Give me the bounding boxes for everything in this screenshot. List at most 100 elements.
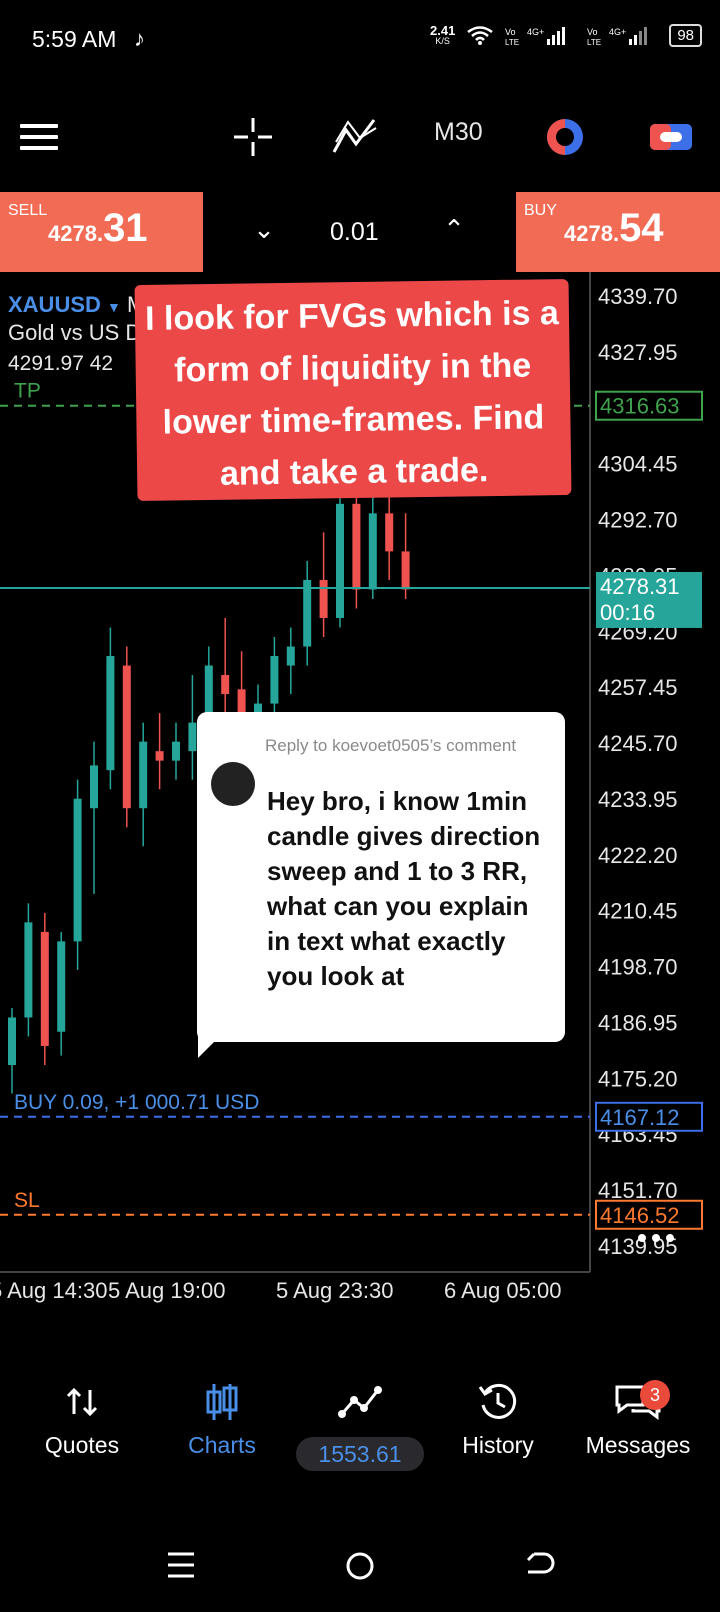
candle-body: [172, 741, 180, 761]
recent-apps-icon[interactable]: [166, 1550, 196, 1580]
video-caption: I look for FVGs which is a form of liqui…: [134, 278, 572, 502]
y-tick-label: 4327.95: [598, 340, 678, 365]
symbol-description: Gold vs US D: [8, 320, 142, 345]
caption-text: I look for FVGs which is a form of liqui…: [144, 294, 560, 493]
home-icon[interactable]: [344, 1550, 376, 1582]
candle-body: [368, 513, 377, 590]
lot-value[interactable]: 0.01: [330, 218, 379, 247]
candle-body: [139, 741, 148, 809]
candle-body: [24, 922, 33, 1018]
reply-header: Reply to koevoet0505’s comment: [265, 736, 517, 755]
candle-body: [286, 646, 295, 666]
candle-body: [401, 551, 410, 590]
timeframe-selector[interactable]: M30: [434, 118, 483, 147]
quotes-icon: [66, 1387, 98, 1417]
nav-quotes[interactable]: Quotes: [12, 1380, 152, 1459]
y-tick-label: 4257.45: [598, 675, 678, 700]
one-click-trading-icon[interactable]: [540, 112, 590, 162]
history-icon: [478, 1383, 517, 1419]
position-label: BUY 0.09, +1 000.71 USD: [14, 1091, 259, 1114]
symbol-ohlc: 4291.97 42: [8, 352, 114, 375]
sell-button[interactable]: SELL 4278.31: [0, 192, 203, 272]
candle-body: [336, 503, 344, 618]
tp-label: TP: [14, 380, 41, 403]
y-tick-label: 4198.70: [598, 955, 678, 980]
candle-body: [188, 722, 197, 752]
svg-text:Vo: Vo: [587, 27, 598, 37]
menu-icon[interactable]: [20, 124, 58, 150]
y-tick-label: 4304.45: [598, 452, 678, 477]
candle-body: [90, 765, 98, 809]
sl-price-text: 4146.52: [600, 1203, 680, 1228]
nav-messages[interactable]: Messages: [568, 1380, 708, 1459]
nav-charts[interactable]: Charts: [152, 1380, 292, 1459]
candle-body: [106, 656, 115, 771]
lot-decrease-button[interactable]: ⌄: [244, 214, 284, 245]
candle-body: [73, 798, 82, 942]
y-tick-label: 4245.70: [598, 731, 678, 756]
buy-button[interactable]: BUY 4278.54: [516, 192, 720, 272]
signal-icon: VoLTE 4G+: [505, 26, 566, 47]
more-dot: [666, 1234, 674, 1242]
candle-body: [40, 931, 49, 1047]
candle-body: [57, 941, 66, 1032]
candle-body: [319, 579, 328, 618]
status-icons: 2.41 K/S Vo LTE 4G+ Vo LTE 4G+ 98: [430, 24, 702, 47]
entry-price-text: 4167.12: [600, 1105, 680, 1130]
candle-body: [122, 665, 131, 809]
tp-price-text: 4316.63: [600, 394, 680, 419]
y-tick-label: 4233.95: [598, 787, 678, 812]
y-tick-label: 4210.45: [598, 899, 678, 924]
svg-text:LTE: LTE: [587, 38, 601, 47]
charts-icon: [206, 1384, 238, 1420]
symbol-name[interactable]: XAUUSD ▼ M: [8, 292, 145, 318]
x-tick-label: 5 Aug 23:30: [276, 1278, 393, 1303]
y-tick-label: 4339.70: [598, 284, 678, 309]
x-tick-label: 5 Aug 19:00: [108, 1278, 225, 1303]
account-switch-icon[interactable]: [646, 112, 696, 162]
tiktok-icon: ♪: [134, 26, 145, 51]
avatar: [211, 762, 255, 806]
svg-text:LTE: LTE: [505, 38, 519, 47]
net-speed: 2.41 K/S: [430, 22, 456, 46]
svg-text:Vo: Vo: [505, 27, 516, 37]
nav-trade[interactable]: [290, 1380, 430, 1424]
x-tick-label: 5 Aug 14:30: [0, 1278, 107, 1303]
status-bar: 5:59 AM ♪ 2.41 K/S Vo LTE 4G+ Vo LTE 4G+ 98: [0, 0, 720, 80]
candle-body: [352, 503, 361, 590]
more-dot: [652, 1234, 660, 1242]
countdown-text: 00:16: [600, 600, 655, 625]
battery-icon: 98: [669, 24, 702, 47]
status-time: 5:59 AM: [32, 26, 117, 52]
svg-text:4G+: 4G+: [527, 27, 544, 37]
buy-label: BUY: [524, 202, 557, 219]
buy-price: 4278.54: [564, 206, 664, 250]
account-balance[interactable]: 1553.61: [296, 1437, 424, 1471]
indicators-icon[interactable]: [330, 112, 380, 162]
more-dot: [638, 1234, 646, 1242]
wifi-icon: [467, 25, 494, 45]
crosshair-icon[interactable]: [228, 112, 278, 162]
y-tick-label: 4292.70: [598, 508, 678, 533]
back-icon[interactable]: [524, 1550, 556, 1580]
sl-label: SL: [14, 1189, 40, 1212]
y-tick-label: 4151.70: [598, 1178, 678, 1203]
messages-badge: 3: [640, 1380, 670, 1410]
y-tick-label: 4139.95: [598, 1234, 678, 1259]
reply-tail: [198, 1036, 220, 1058]
candle-body: [385, 513, 394, 552]
candle-body: [303, 579, 312, 647]
candle-body: [155, 751, 164, 761]
lot-increase-button[interactable]: ⌃: [434, 214, 474, 245]
y-tick-label: 4222.20: [598, 843, 678, 868]
sell-label: SELL: [8, 202, 48, 219]
y-tick-label: 4186.95: [598, 1010, 678, 1035]
candle-body: [221, 675, 230, 695]
x-tick-label: 6 Aug 05:00: [444, 1278, 561, 1303]
sell-price: 4278.31: [48, 206, 148, 250]
candle-body: [270, 656, 279, 704]
nav-history[interactable]: History: [428, 1380, 568, 1459]
candle-body: [8, 1017, 16, 1066]
reply-body: Hey bro, i know 1min candle gives direct…: [267, 786, 541, 991]
current-price-text: 4278.31: [600, 574, 680, 599]
